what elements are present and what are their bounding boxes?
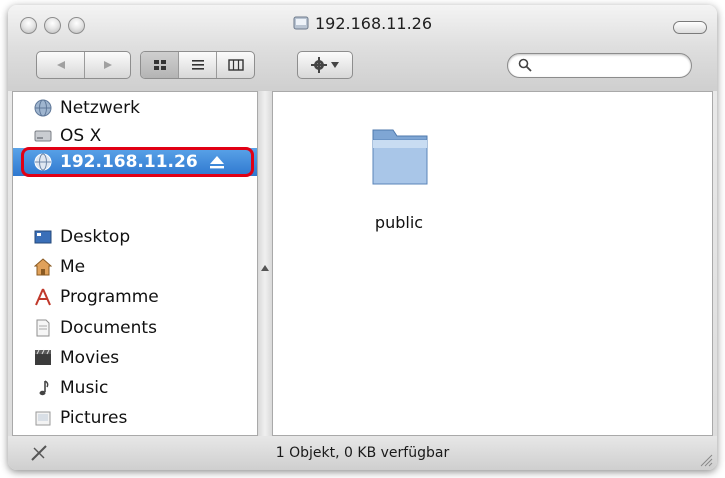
column-view-button[interactable] [217,52,254,78]
sidebar-item-label: Me [60,257,86,277]
sidebar-item-pictures[interactable]: Pictures [13,404,257,432]
sidebar-item-label: Pictures [60,408,128,428]
search-field[interactable] [507,53,692,78]
view-switcher [140,51,255,79]
applications-icon [35,288,51,306]
back-arrow-icon [56,61,65,69]
back-forward-control [36,51,131,79]
icon-view-button[interactable] [141,52,178,78]
divider-handle-icon [261,265,269,271]
movies-icon [35,349,51,365]
status-text: 1 Objekt, 0 KB verfügbar [275,445,450,461]
status-bar: 1 Objekt, 0 KB verfügbar [8,436,717,470]
sidebar-item-me[interactable]: Me [13,253,257,281]
music-icon [39,380,49,396]
sidebar-item-label: OS X [60,126,102,146]
sidebar-item-label: Desktop [60,227,131,247]
sidebar-item-label: Movies [60,348,120,368]
server-icon [293,16,309,30]
back-button[interactable] [37,52,84,78]
magnifier-icon [518,58,532,72]
forward-arrow-icon [103,61,112,69]
gear-icon [311,57,327,73]
documents-icon [36,319,50,337]
forward-button[interactable] [85,52,130,78]
sidebar-item-label: Music [60,378,109,398]
network-globe-icon [34,99,52,117]
list-view-icon [191,60,204,70]
sidebar-item-os-x[interactable]: OS X [13,122,257,150]
window-title: 192.168.11.26 [8,14,717,33]
toolbar-toggle-button[interactable] [673,21,707,34]
sidebar-item-documents[interactable]: Documents [13,314,257,342]
list-view-button[interactable] [179,52,216,78]
folder-icon [372,129,428,185]
home-icon [34,258,52,276]
action-button-content [298,52,352,78]
sidebar-item-movies[interactable]: Movies [13,344,257,372]
icon-view-icon [153,60,166,70]
sidebar-item-label: Documents [60,318,157,338]
finder-window: 192.168.11.26 Netzwerk OS X 192.168.11.2… [8,5,717,470]
title-bar: 192.168.11.26 [8,5,717,91]
sidebar: Netzwerk OS X 192.168.11.26 Desktop Me P… [12,91,258,436]
sidebar-item-music[interactable]: Music [13,374,257,402]
pictures-icon [35,411,51,426]
hard-disk-icon [34,130,52,142]
chevron-down-icon [331,62,339,68]
sidebar-item-label: Netzwerk [60,98,140,118]
sidebar-item-label: Programme [60,287,159,307]
folder-item-public[interactable]: public [273,92,533,252]
column-view-icon [227,59,244,71]
folder-label: public [374,213,424,232]
highlight-frame [21,147,254,177]
action-menu-button[interactable] [297,51,353,79]
split-view-divider[interactable] [258,91,272,436]
sidebar-item-desktop[interactable]: Desktop [13,223,257,251]
sidebar-item-network[interactable]: Netzwerk [13,94,257,122]
window-title-text: 192.168.11.26 [314,14,433,33]
resize-grip-icon[interactable] [697,451,713,467]
sidebar-item-programme[interactable]: Programme [13,283,257,311]
file-browser-pane: public [272,91,713,436]
desktop-icon [34,230,52,244]
